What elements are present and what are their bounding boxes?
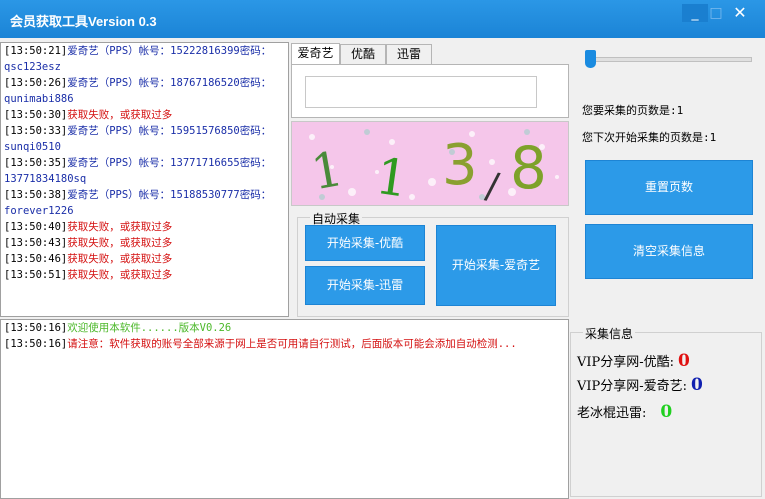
log-message: 13771834180sq: [4, 173, 87, 185]
log-message: 爱奇艺（PPS）帐号：18767186520密码：: [67, 77, 272, 89]
log-line: [13:50:21]爱奇艺（PPS）帐号：15222816399密码：: [1, 43, 288, 59]
tab-youku[interactable]: 优酷: [340, 44, 386, 64]
log-message: 爱奇艺（PPS）帐号：15951576850密码：: [67, 125, 272, 137]
captcha-char-5: 8: [510, 134, 547, 202]
log-timestamp: [13:50:16]: [4, 338, 68, 350]
log-timestamp: [13:50:30]: [4, 109, 68, 121]
log-timestamp: [13:50:43]: [4, 237, 68, 249]
log-message: sunqi0510: [4, 141, 61, 153]
log-timestamp: [13:50:51]: [4, 269, 68, 281]
stat-youku-label: VIP分享网-优酷:: [577, 355, 675, 370]
log-line: 13771834180sq: [1, 171, 288, 187]
pages-next-text: 您下次开始采集的页数是:1: [582, 131, 717, 144]
log-line: [13:50:16]欢迎使用本软件......版本V0.26: [1, 320, 568, 336]
log-timestamp: [13:50:33]: [4, 125, 68, 137]
captcha-graphic: 1 1 3 / 8: [307, 129, 559, 205]
account-log[interactable]: [13:50:21]爱奇艺（PPS）帐号：15222816399密码： qsc12…: [0, 42, 289, 317]
pages-want-text: 您要采集的页数是:1: [582, 104, 684, 117]
log-message: 爱奇艺（PPS）帐号：13771716655密码：: [67, 157, 272, 169]
tab-iqiyi[interactable]: 爱奇艺: [291, 43, 340, 65]
log-line: [13:50:26]爱奇艺（PPS）帐号：18767186520密码：: [1, 75, 288, 91]
stat-xunlei: 老冰棍迅雷: 0: [577, 402, 672, 422]
log-timestamp: [13:50:21]: [4, 45, 68, 57]
log-line: forever1226: [1, 203, 288, 219]
tab-panel: [291, 64, 569, 118]
reset-pages-button[interactable]: 重置页数: [585, 160, 753, 215]
stat-youku: VIP分享网-优酷: 0: [577, 351, 690, 371]
log-line: [13:50:16]请注意：软件获取的账号全部来源于网上是否可用请自行测试，后面…: [1, 336, 568, 352]
log-line: [13:50:38]爱奇艺（PPS）帐号：15188530777密码：: [1, 187, 288, 203]
log-line: [13:50:46]获取失败，或获取过多: [1, 251, 288, 267]
log-message: 爱奇艺（PPS）帐号：15222816399密码：: [67, 45, 272, 57]
log-line: qunimabi886: [1, 91, 288, 107]
captcha-input[interactable]: [305, 76, 537, 108]
log-message: 获取失败，或获取过多: [67, 269, 173, 281]
collect-info-title: 采集信息: [583, 325, 636, 342]
log-timestamp: [13:50:38]: [4, 189, 68, 201]
system-log[interactable]: [13:50:16]欢迎使用本软件......版本V0.26 [13:50:16]…: [0, 319, 569, 499]
log-timestamp: [13:50:40]: [4, 221, 68, 233]
log-line: [13:50:40]获取失败，或获取过多: [1, 219, 288, 235]
start-youku-button[interactable]: 开始采集-优酷: [305, 225, 425, 261]
log-message: 请注意：软件获取的账号全部来源于网上是否可用请自行测试，后面版本可能会添加自动检…: [67, 338, 517, 350]
log-message: 获取失败，或获取过多: [67, 109, 173, 121]
captcha-char-2: 1: [372, 147, 412, 205]
log-message: forever1226: [4, 205, 74, 217]
log-message: 欢迎使用本软件......版本V0.26: [67, 322, 232, 334]
stat-iqiyi-value: 0: [691, 375, 703, 395]
captcha-char-1: 1: [307, 141, 347, 201]
log-message: 爱奇艺（PPS）帐号：15188530777密码：: [67, 189, 272, 201]
stat-xunlei-value: 0: [660, 402, 673, 422]
stat-xunlei-label: 老冰棍迅雷:: [577, 406, 647, 421]
log-message: 获取失败，或获取过多: [67, 237, 173, 249]
log-line: [13:50:51]获取失败，或获取过多: [1, 267, 288, 283]
stat-youku-value: 0: [678, 351, 690, 371]
log-line: [13:50:43]获取失败，或获取过多: [1, 235, 288, 251]
log-message: 获取失败，或获取过多: [67, 221, 173, 233]
log-line: [13:50:33]爱奇艺（PPS）帐号：15951576850密码：: [1, 123, 288, 139]
log-timestamp: [13:50:26]: [4, 77, 68, 89]
start-iqiyi-button[interactable]: 开始采集-爱奇艺: [436, 225, 556, 306]
captcha-char-4: /: [483, 165, 503, 205]
stat-iqiyi: VIP分享网-爱奇艺: 0: [577, 375, 703, 395]
close-button[interactable]: ✕: [727, 4, 753, 22]
stat-iqiyi-label: VIP分享网-爱奇艺:: [577, 379, 688, 394]
tab-xunlei[interactable]: 迅雷: [386, 44, 432, 64]
maximize-button[interactable]: □: [703, 4, 729, 22]
page-slider-thumb[interactable]: [585, 50, 596, 68]
log-message: 获取失败，或获取过多: [67, 253, 173, 265]
log-message: qunimabi886: [4, 93, 74, 105]
log-line: sunqi0510: [1, 139, 288, 155]
page-slider-track[interactable]: [585, 57, 752, 62]
log-line: qsc123esz: [1, 59, 288, 75]
log-message: qsc123esz: [4, 61, 61, 73]
log-timestamp: [13:50:35]: [4, 157, 68, 169]
title-bar: 会员获取工具Version 0.3 _ □ ✕: [0, 0, 765, 38]
log-line: [13:50:35]爱奇艺（PPS）帐号：13771716655密码：: [1, 155, 288, 171]
window-title: 会员获取工具Version 0.3: [10, 14, 157, 29]
captcha-char-3: 3: [442, 133, 478, 198]
log-timestamp: [13:50:46]: [4, 253, 68, 265]
captcha-image[interactable]: 1 1 3 / 8: [291, 121, 569, 206]
start-xunlei-button[interactable]: 开始采集-迅雷: [305, 266, 425, 305]
log-timestamp: [13:50:16]: [4, 322, 68, 334]
log-line: [13:50:30]获取失败，或获取过多: [1, 107, 288, 123]
clear-info-button[interactable]: 清空采集信息: [585, 224, 753, 279]
